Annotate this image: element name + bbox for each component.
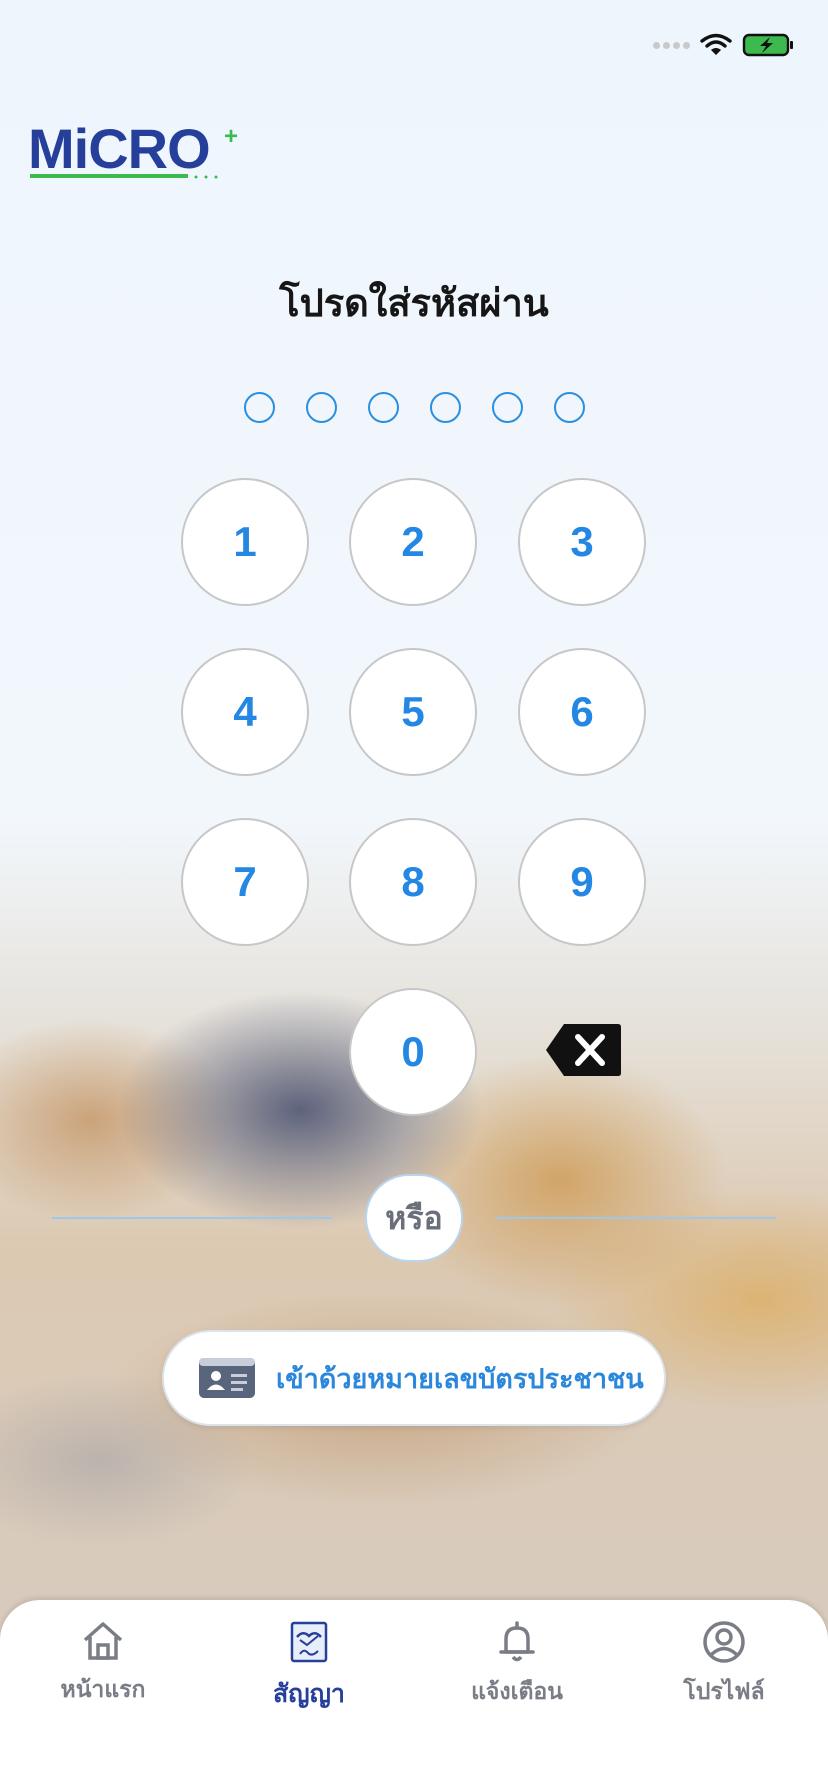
pin-indicator bbox=[0, 392, 828, 423]
id-card-login-button[interactable]: เข้าด้วยหมายเลขบัตรประชาชน bbox=[162, 1330, 666, 1426]
contract-icon bbox=[290, 1621, 328, 1663]
battery-charging-icon bbox=[742, 33, 793, 57]
key-7[interactable]: 7 bbox=[181, 818, 309, 946]
svg-text:MiCRO: MiCRO bbox=[28, 126, 210, 180]
key-2[interactable]: 2 bbox=[349, 478, 477, 606]
key-3[interactable]: 3 bbox=[518, 478, 646, 606]
signal-icon bbox=[653, 41, 690, 49]
bottom-tab-bar: หน้าแรก สัญญา แจ้งเตือน โปรไฟล์ bbox=[0, 1600, 828, 1792]
pin-dot bbox=[305, 392, 337, 423]
key-1[interactable]: 1 bbox=[181, 478, 309, 606]
svg-text:+: + bbox=[224, 126, 238, 150]
key-0[interactable]: 0 bbox=[349, 988, 477, 1116]
key-8[interactable]: 8 bbox=[349, 818, 477, 946]
tab-contract[interactable]: สัญญา bbox=[229, 1620, 389, 1714]
pin-dot bbox=[553, 392, 585, 423]
id-login-label: เข้าด้วยหมายเลขบัตรประชาชน bbox=[276, 1363, 644, 1395]
tab-home-label: หน้าแรก bbox=[60, 1677, 146, 1703]
page-title: โปรดใส่รหัสผ่าน bbox=[279, 281, 549, 325]
or-separator: หรือ bbox=[365, 1174, 463, 1262]
divider-right bbox=[496, 1217, 776, 1219]
pin-dot bbox=[243, 392, 275, 423]
pin-dot bbox=[491, 392, 523, 423]
bell-icon bbox=[499, 1621, 535, 1662]
pin-dot bbox=[367, 392, 399, 423]
micro-logo: MiCRO + bbox=[28, 126, 238, 180]
status-bar bbox=[653, 32, 796, 58]
tab-home[interactable]: หน้าแรก bbox=[23, 1620, 183, 1708]
id-card-icon bbox=[199, 1358, 255, 1398]
tab-contract-label: สัญญา bbox=[273, 1679, 345, 1708]
tab-profile-label: โปรไฟล์ bbox=[683, 1679, 765, 1705]
tab-notifications[interactable]: แจ้งเตือน bbox=[437, 1620, 597, 1710]
key-5[interactable]: 5 bbox=[349, 648, 477, 776]
key-6[interactable]: 6 bbox=[518, 648, 646, 776]
key-9[interactable]: 9 bbox=[518, 818, 646, 946]
profile-icon bbox=[703, 1621, 745, 1663]
pin-dot bbox=[429, 392, 461, 423]
divider-left bbox=[52, 1217, 332, 1219]
home-icon bbox=[83, 1622, 123, 1660]
wifi-icon bbox=[700, 33, 732, 55]
backspace-icon[interactable] bbox=[544, 1022, 622, 1078]
tab-profile[interactable]: โปรไฟล์ bbox=[644, 1620, 804, 1710]
tab-notifications-label: แจ้งเตือน bbox=[471, 1679, 563, 1705]
key-4[interactable]: 4 bbox=[181, 648, 309, 776]
